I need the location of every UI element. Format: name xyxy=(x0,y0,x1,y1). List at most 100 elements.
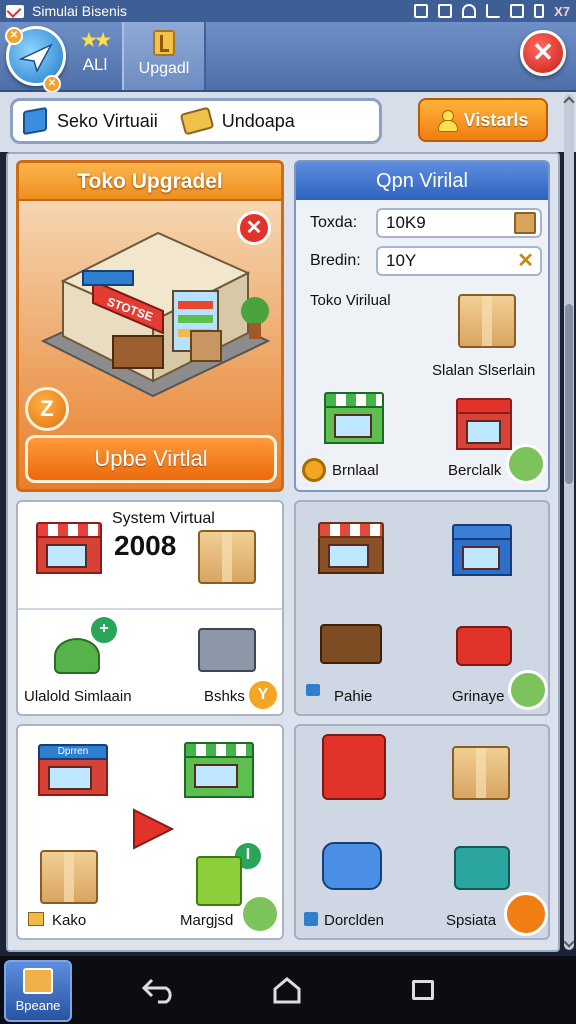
lock-icon xyxy=(510,4,525,18)
food-cart-icon[interactable] xyxy=(456,626,512,666)
system-year: 2008 xyxy=(114,530,177,561)
main-area: Toko Upgradel STOTSE ✕ Z Upbe Virtlal Qp… xyxy=(6,152,560,952)
carts-left-caption: Pahie xyxy=(334,688,373,705)
app-header: ✕ ✕ ★★ ALl Upgadl ✕ xyxy=(0,22,576,93)
toko-upgrade-title: Toko Upgradel xyxy=(19,163,281,201)
shop-icon[interactable] xyxy=(36,522,102,574)
system-virtual-title: System Virtual xyxy=(112,510,215,527)
bottom-right-caption: Berclalk xyxy=(448,462,502,479)
carts-right-caption: Grinaye xyxy=(452,688,505,705)
home-app-button[interactable]: Bpeane xyxy=(4,960,72,1022)
machine-icon[interactable] xyxy=(322,842,382,890)
app-logo-icon[interactable]: ✕ ✕ xyxy=(5,26,66,93)
blue-kiosk-icon[interactable] xyxy=(452,524,512,576)
tab-all[interactable]: ★★ ALl xyxy=(70,30,120,86)
system-left-caption: Ulalold Simlaain xyxy=(24,688,132,705)
badge-icon[interactable]: Y xyxy=(246,678,280,712)
wifi-icon xyxy=(462,4,477,18)
coin-icon xyxy=(302,458,326,482)
field-row-toxda: Toxda: 10K9 xyxy=(310,208,542,238)
red-booth-icon[interactable] xyxy=(456,398,512,450)
search-row: Seko Virtuaii Undoapa Vistarls xyxy=(0,92,576,152)
home-icon[interactable] xyxy=(272,976,302,1004)
add-icon[interactable]: + xyxy=(88,614,120,646)
navigation-bar: Bpeane xyxy=(0,956,576,1024)
carts-panel: Pahie Grinaye xyxy=(294,500,550,716)
shops-right-caption: Margjsd xyxy=(180,912,234,929)
status-title: Simulai Bisenis xyxy=(32,3,127,19)
recent-apps-icon[interactable] xyxy=(412,980,434,1000)
plane-icon xyxy=(18,43,53,73)
cart-icon[interactable] xyxy=(320,624,382,664)
play-icon[interactable] xyxy=(126,804,176,854)
box-icon[interactable] xyxy=(198,530,256,584)
upgrade-icon xyxy=(153,30,175,56)
box-icon[interactable] xyxy=(40,850,98,904)
search-placeholder: Seko Virtuaii xyxy=(57,110,158,131)
machine-icon[interactable] xyxy=(198,628,256,672)
bredin-field[interactable]: 10Y ✕ xyxy=(376,246,542,276)
toko-virtual-label: Toko Virilual xyxy=(310,292,391,309)
field-label: Toxda: xyxy=(310,214,358,231)
mail-icon xyxy=(6,4,24,18)
field-value: 10Y xyxy=(386,251,417,270)
open-virtual-title: Qpn Virilal xyxy=(296,162,548,200)
device-icon xyxy=(304,912,318,926)
system-virtual-panel: System Virtual 2008 + Ulalold Simlaain B… xyxy=(16,500,284,716)
home-app-label: Bpeane xyxy=(15,998,61,1013)
box-icon xyxy=(514,212,536,234)
visitors-button[interactable]: Vistarls xyxy=(418,98,548,142)
green-stall-icon[interactable] xyxy=(324,392,384,444)
shops-left-caption: Kako xyxy=(52,912,87,929)
scroll-down-icon[interactable] xyxy=(563,936,575,948)
toxda-field[interactable]: 10K9 xyxy=(376,208,542,238)
shop-icon[interactable]: Dprren xyxy=(38,744,108,796)
logo-badge-bottom: ✕ xyxy=(43,75,61,93)
coins-icon xyxy=(28,912,44,926)
camera-icon xyxy=(306,684,320,696)
scrollbar[interactable] xyxy=(563,94,575,950)
market-stall-icon[interactable] xyxy=(318,522,384,574)
avatar[interactable] xyxy=(506,444,546,484)
logo-badge-top: ✕ xyxy=(5,27,23,45)
close-button[interactable]: ✕ xyxy=(520,30,566,76)
upgrade-virtual-button[interactable]: Upbe Virtlal xyxy=(25,435,277,483)
coin-icon: Z xyxy=(25,387,69,431)
tag-icon xyxy=(179,106,215,136)
store-illustration: STOTSE xyxy=(40,231,271,398)
tab-upgrade[interactable]: Upgadl xyxy=(122,22,206,90)
remove-icon[interactable]: ✕ xyxy=(237,211,271,245)
scroll-up-icon[interactable] xyxy=(563,96,575,108)
box-icon[interactable] xyxy=(452,746,510,800)
save-icon xyxy=(438,4,453,18)
toko-upgrade-panel: Toko Upgradel STOTSE ✕ Z Upbe Virtlal xyxy=(16,160,284,492)
signal-icon xyxy=(486,4,501,18)
visitors-label: Vistarls xyxy=(463,109,529,130)
misc-left-caption: Dorclden xyxy=(324,912,385,929)
cube-icon xyxy=(23,106,47,136)
status-bar: Simulai Bisenis X7 xyxy=(0,0,576,22)
red-kiosk-icon[interactable] xyxy=(322,734,386,800)
plant-icon[interactable] xyxy=(54,638,100,674)
misc-right-caption: Spsiata xyxy=(446,912,497,929)
field-label: Bredin: xyxy=(310,252,361,269)
box-icon[interactable] xyxy=(458,294,516,348)
clipboard-badge-icon[interactable] xyxy=(240,894,280,934)
tool-badge-icon[interactable] xyxy=(508,670,548,710)
shop-sign: Dprren xyxy=(38,744,108,760)
tools-icon: ✕ xyxy=(517,250,534,272)
system-right-caption: Bshks xyxy=(204,688,245,705)
back-icon[interactable] xyxy=(140,976,176,1004)
scroll-thumb[interactable] xyxy=(565,304,573,484)
register-icon[interactable] xyxy=(454,846,510,890)
vending-icon[interactable] xyxy=(196,856,242,906)
search-input[interactable]: Seko Virtuaii Undoapa xyxy=(10,98,382,144)
person-icon xyxy=(437,110,458,132)
item-caption: Slalan Slserlain xyxy=(432,362,536,379)
house-icon xyxy=(23,968,53,994)
shops-panel: Dprren I Kako Margjsd xyxy=(16,724,284,940)
tab-upgrade-label: Upgadl xyxy=(138,60,190,77)
filter-label: Undoapa xyxy=(221,110,295,131)
puzzle-badge-icon[interactable] xyxy=(504,892,548,936)
green-market-icon[interactable] xyxy=(184,742,254,798)
